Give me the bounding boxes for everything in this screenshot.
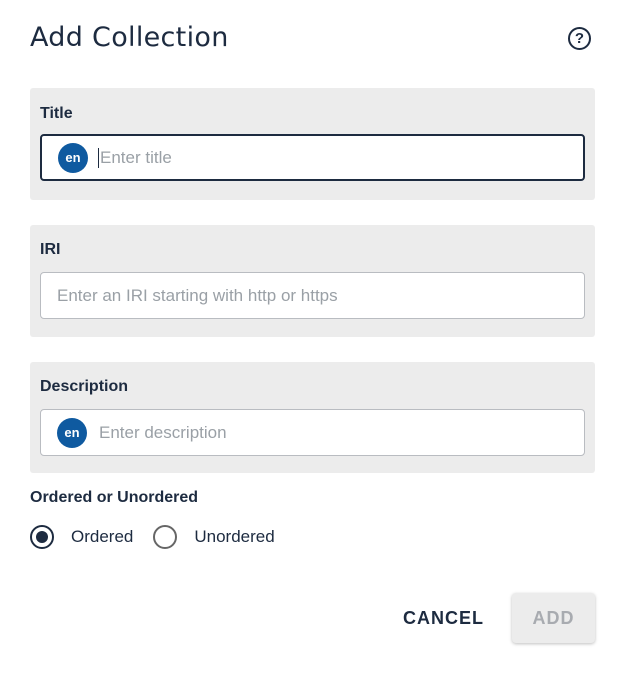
cancel-button[interactable]: CANCEL <box>389 593 498 643</box>
radio-unchecked-icon[interactable] <box>153 525 178 549</box>
ordering-radio-group: Ordered Unordered <box>30 523 275 551</box>
iri-input[interactable] <box>41 272 584 319</box>
dialog-header: Add Collection ? <box>30 22 595 58</box>
ordering-label: Ordered or Unordered <box>30 489 199 506</box>
title-input[interactable] <box>98 135 583 180</box>
unordered-label: Unordered <box>194 527 275 546</box>
add-collection-dialog: Add Collection ? Title en IRI Descriptio… <box>0 0 625 673</box>
description-input[interactable] <box>97 409 584 456</box>
radio-checked-icon[interactable] <box>30 525 54 549</box>
title-label: Title <box>40 105 73 122</box>
ordered-label: Ordered <box>71 527 134 546</box>
help-icon[interactable]: ? <box>568 27 591 50</box>
unordered-radio[interactable]: Unordered <box>153 525 275 549</box>
title-field[interactable]: en <box>40 134 585 181</box>
description-label: Description <box>40 378 129 395</box>
ordered-radio[interactable]: Ordered <box>30 525 133 549</box>
add-button[interactable]: ADD <box>512 593 595 643</box>
iri-field[interactable] <box>40 272 585 319</box>
iri-section: IRI <box>30 225 595 337</box>
language-badge[interactable]: en <box>58 142 88 173</box>
description-section: Description en <box>30 362 595 473</box>
language-badge[interactable]: en <box>57 417 87 448</box>
title-section: Title en <box>30 88 595 200</box>
iri-label: IRI <box>40 241 61 258</box>
description-field[interactable]: en <box>40 409 585 456</box>
dialog-footer: CANCEL ADD <box>389 593 595 643</box>
dialog-title: Add Collection <box>30 22 229 53</box>
